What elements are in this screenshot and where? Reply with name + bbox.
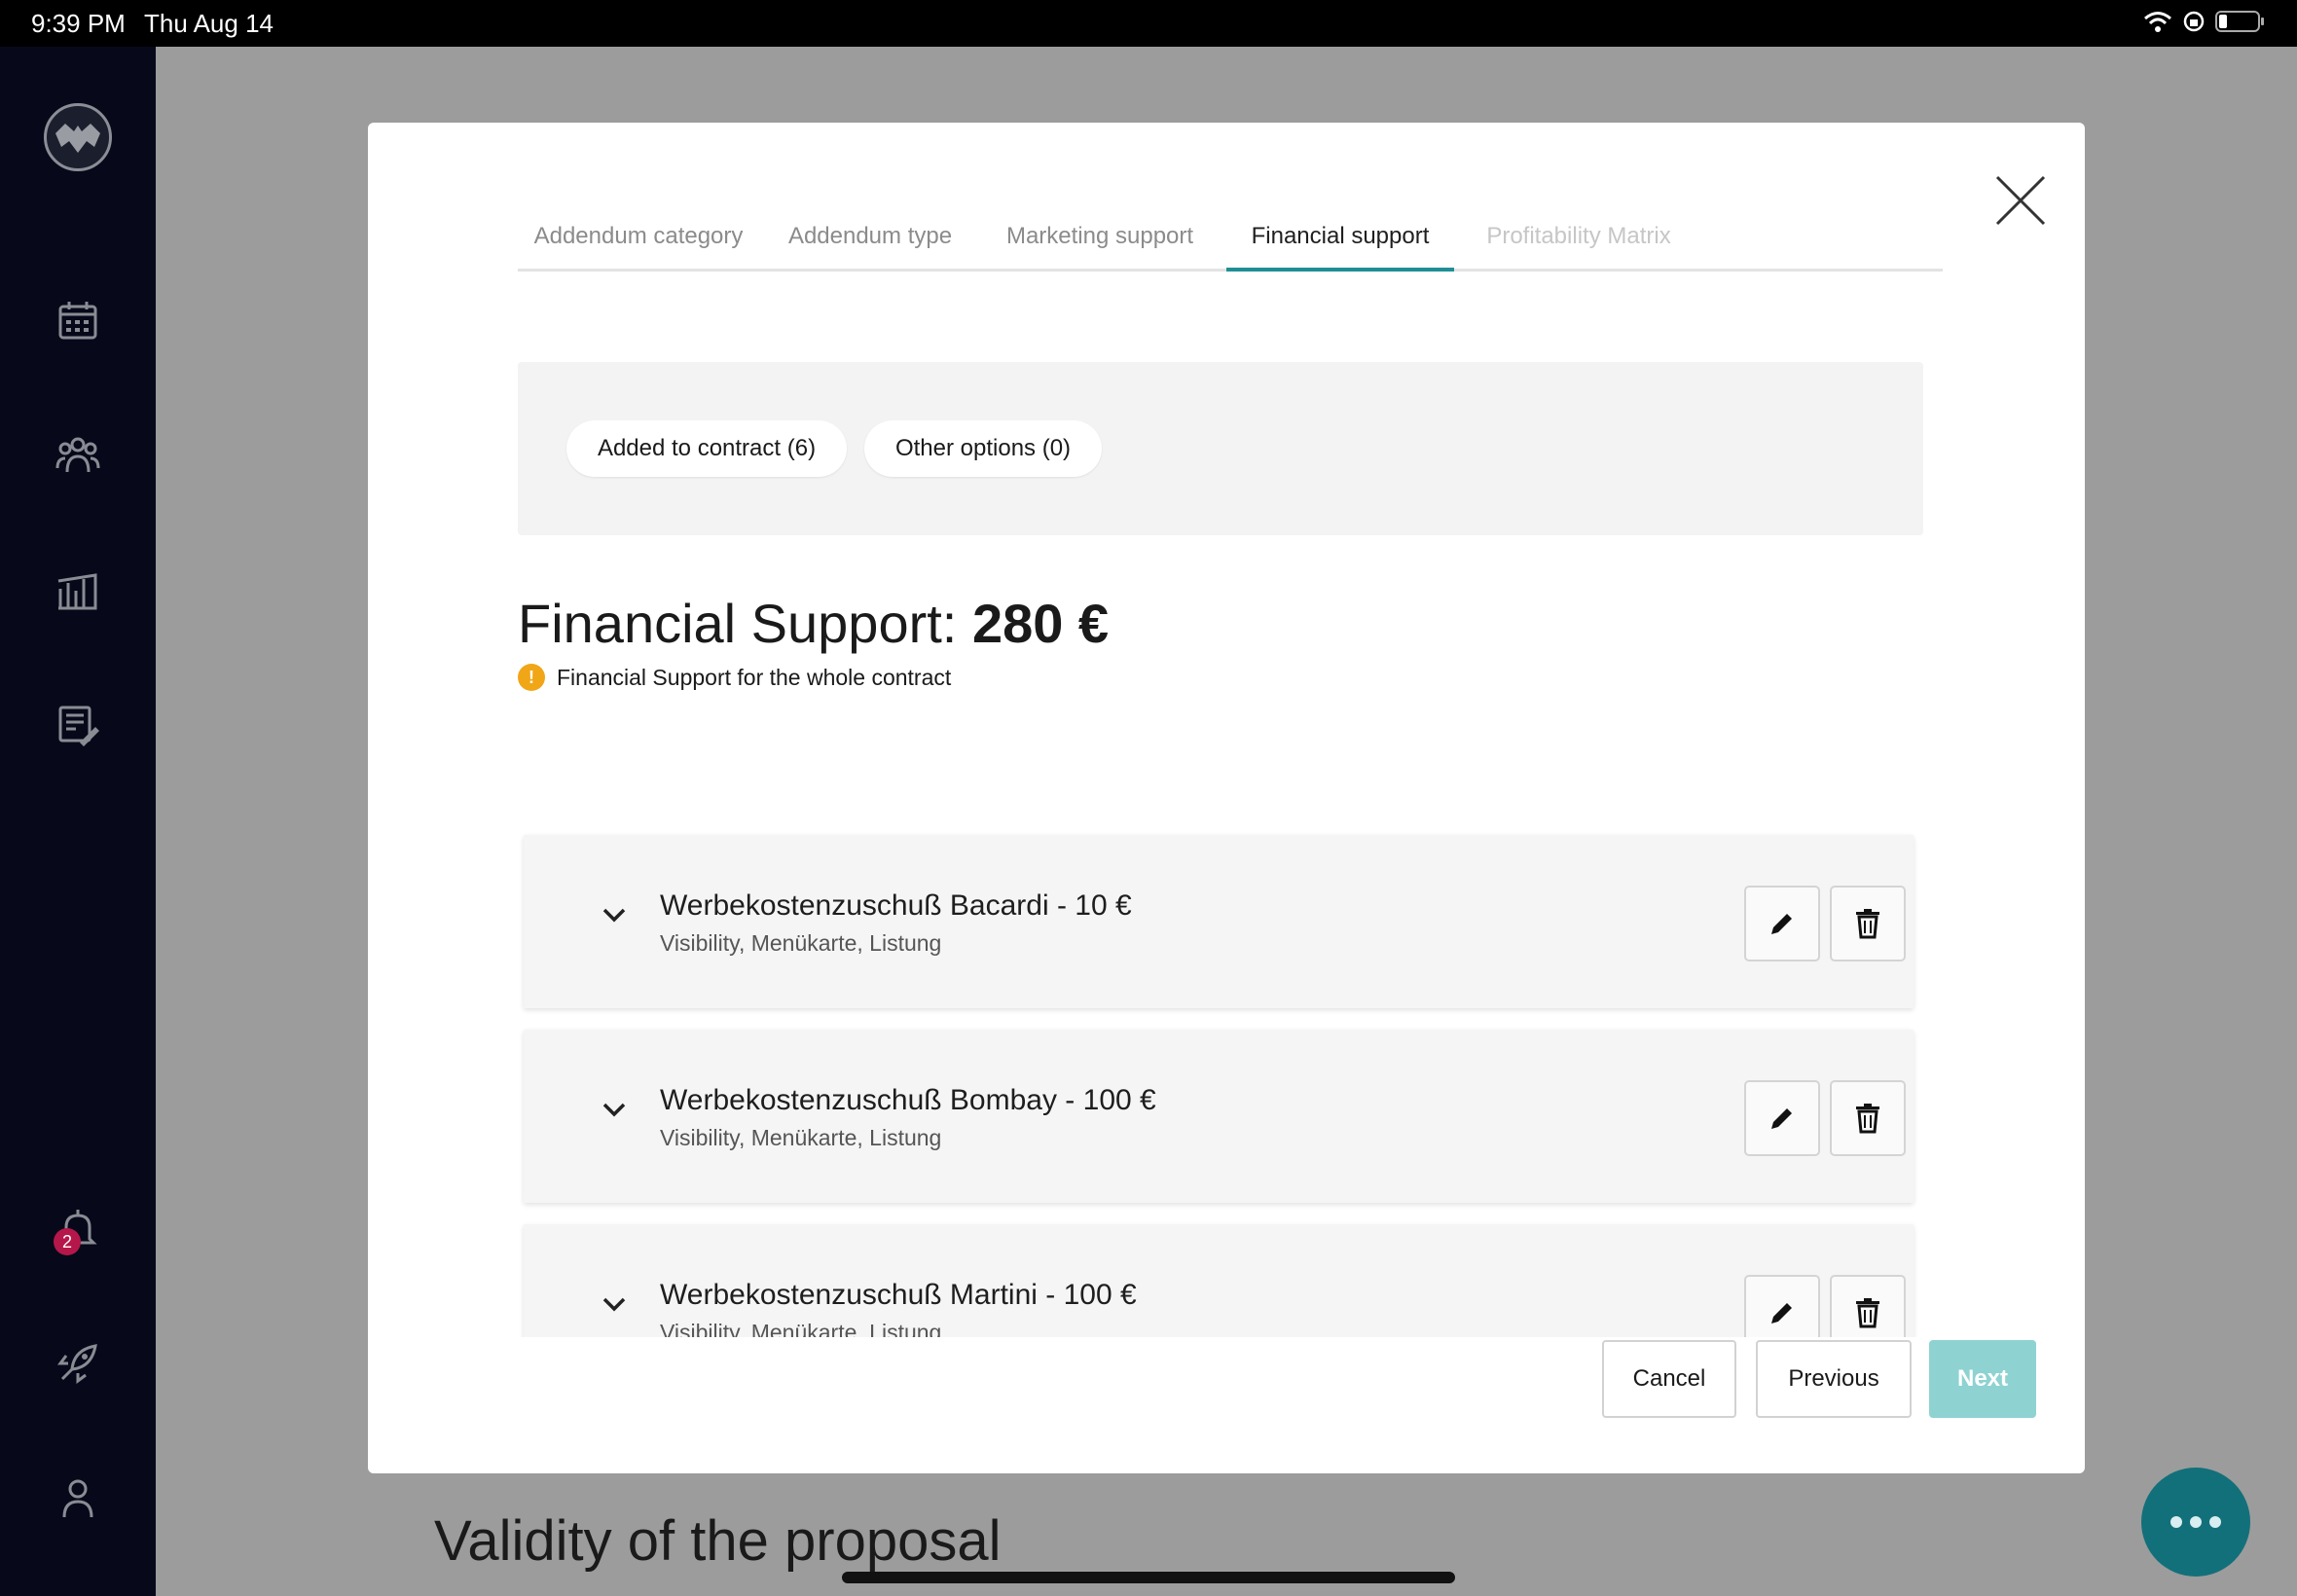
chevron-down-icon[interactable]: [602, 1294, 627, 1314]
delete-button[interactable]: [1830, 886, 1906, 961]
item-title: Werbekostenzuschuß Martini - 100 €: [660, 1279, 1137, 1311]
wifi-icon: [2144, 12, 2171, 32]
chart-icon: [57, 573, 97, 610]
notes-edit-icon: [58, 706, 99, 746]
status-bar: 9:39 PM Thu Aug 14: [0, 0, 2297, 47]
item-subtitle: Visibility, Menükarte, Listung: [660, 1320, 942, 1337]
chevron-down-icon[interactable]: [602, 1100, 627, 1119]
close-icon: [1995, 175, 2046, 226]
edit-button[interactable]: [1744, 1080, 1820, 1156]
financial-support-note-text: Financial Support for the whole contract: [557, 664, 952, 690]
item-subtitle: Visibility, Menükarte, Listung: [660, 930, 942, 956]
tab-addendum-category[interactable]: Addendum category: [518, 210, 759, 269]
nav-contracts[interactable]: [0, 691, 156, 759]
financial-support-label: Financial Support:: [518, 593, 958, 654]
financial-support-amount: 280 €: [971, 593, 1110, 654]
trash-icon: [1856, 1298, 1879, 1328]
bat-logo-icon[interactable]: [44, 103, 112, 171]
financial-support-total: Financial Support: 280 €: [518, 592, 1109, 655]
delete-button[interactable]: [1830, 1275, 1906, 1337]
item-title: Werbekostenzuschuß Bombay - 100 €: [660, 1084, 1156, 1116]
list-item: Werbekostenzuschuß Bombay - 100 € Visibi…: [524, 1030, 1914, 1203]
tab-addendum-type[interactable]: Addendum type: [759, 210, 981, 269]
previous-button[interactable]: Previous: [1756, 1340, 1912, 1418]
chevron-down-icon[interactable]: [602, 905, 627, 925]
trash-icon: [1856, 909, 1879, 939]
cancel-button[interactable]: Cancel: [1602, 1340, 1736, 1418]
edit-button[interactable]: [1744, 886, 1820, 961]
close-button[interactable]: [1986, 165, 2056, 236]
background-heading: Validity of the proposal: [434, 1509, 1002, 1573]
orientation-lock-icon: [2183, 11, 2205, 32]
more-dot: [2209, 1516, 2221, 1528]
pencil-icon: [1771, 914, 1792, 934]
status-date: Thu Aug 14: [144, 9, 273, 38]
tab-profitability-matrix[interactable]: Profitability Matrix: [1454, 210, 1703, 269]
status-time: 9:39 PM: [31, 9, 126, 38]
filter-added-to-contract[interactable]: Added to contract (6): [566, 420, 847, 477]
filter-box: Added to contract (6) Other options (0): [518, 362, 1923, 535]
list-item: Werbekostenzuschuß Bacardi - 10 € Visibi…: [524, 835, 1914, 1008]
wizard-tabs: Addendum category Addendum type Marketin…: [518, 210, 1943, 272]
more-dots-icon: [2170, 1516, 2182, 1528]
user-icon: [62, 1479, 93, 1518]
trash-icon: [1856, 1104, 1879, 1134]
sidebar: 2: [0, 47, 156, 1596]
item-subtitle: Visibility, Menükarte, Listung: [660, 1125, 942, 1150]
edit-button[interactable]: [1744, 1275, 1820, 1337]
calendar-icon: [58, 302, 97, 340]
more-actions-button[interactable]: [2141, 1468, 2250, 1577]
more-dot: [2190, 1516, 2202, 1528]
pencil-icon: [1771, 1108, 1792, 1129]
warning-icon: !: [518, 664, 545, 691]
financial-support-note: ! Financial Support for the whole contra…: [518, 664, 951, 691]
rocket-icon: [57, 1344, 97, 1384]
addendum-modal: Addendum category Addendum type Marketin…: [368, 123, 2085, 1473]
filter-other-options[interactable]: Other options (0): [864, 420, 1102, 477]
support-item-list[interactable]: Werbekostenzuschuß Bacardi - 10 € Visibi…: [518, 707, 1929, 1337]
nav-calendar[interactable]: [0, 286, 156, 354]
nav-people[interactable]: [0, 420, 156, 489]
tab-financial-support[interactable]: Financial support: [1226, 210, 1454, 272]
nav-profile[interactable]: [0, 1464, 156, 1532]
next-button[interactable]: Next: [1929, 1340, 2036, 1418]
item-title: Werbekostenzuschuß Bacardi - 10 €: [660, 889, 1132, 922]
system-icons: [2143, 10, 2266, 33]
home-indicator[interactable]: [842, 1572, 1455, 1583]
list-item: Werbekostenzuschuß Martini - 100 € Visib…: [524, 1224, 1914, 1337]
nav-launch[interactable]: [0, 1329, 156, 1397]
nav-notifications[interactable]: [0, 1195, 156, 1263]
delete-button[interactable]: [1830, 1080, 1906, 1156]
notification-badge: 2: [54, 1228, 81, 1255]
people-icon: [55, 437, 100, 473]
tab-marketing-support[interactable]: Marketing support: [981, 210, 1219, 269]
nav-reports[interactable]: [0, 557, 156, 625]
battery-icon: [2215, 11, 2264, 32]
pencil-icon: [1771, 1303, 1792, 1324]
